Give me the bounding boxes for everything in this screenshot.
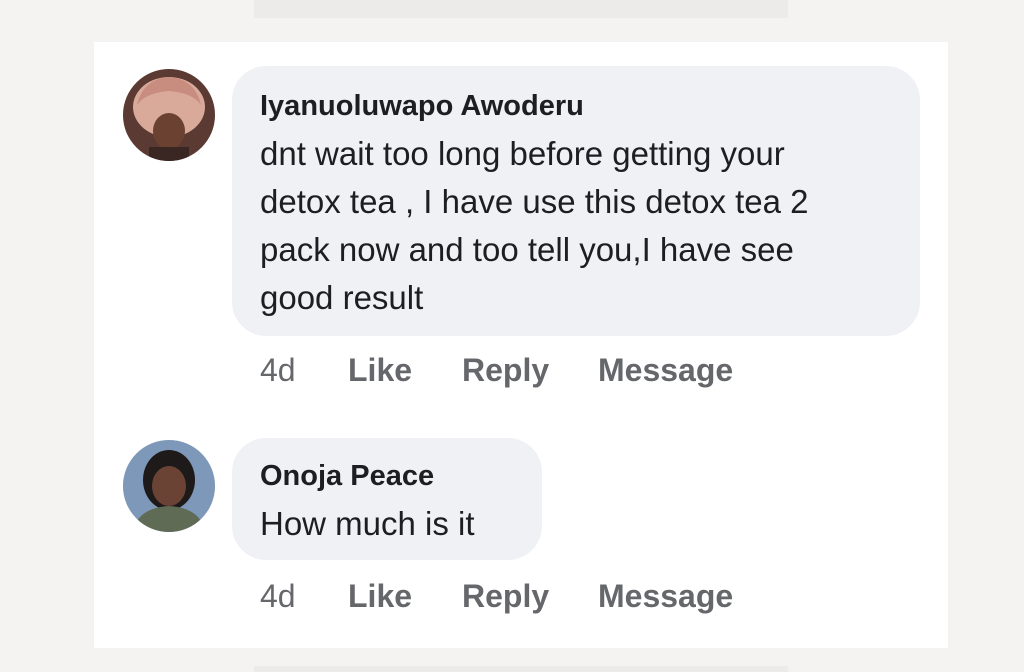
comment-bubble: Iyanuoluwapo Awoderu dnt wait too long b…	[232, 66, 920, 336]
comment-timestamp: 4d	[260, 352, 296, 388]
reply-button[interactable]: Reply	[462, 352, 549, 389]
comment-author[interactable]: Onoja Peace	[260, 460, 434, 493]
like-button[interactable]: Like	[348, 352, 412, 389]
comment-text-line: detox tea , I have use this detox tea 2	[260, 183, 809, 220]
comment-text: dnt wait too long before getting your de…	[260, 130, 809, 322]
message-button[interactable]: Message	[598, 578, 733, 615]
comment-author[interactable]: Iyanuoluwapo Awoderu	[260, 90, 584, 123]
message-button[interactable]: Message	[598, 352, 733, 389]
comment-text-line: pack now and too tell you,I have see	[260, 231, 794, 268]
comment-text: How much is it	[260, 500, 475, 548]
comment-bubble: Onoja Peace How much is it	[232, 438, 542, 560]
comment-actions: 4d Like Reply Message	[260, 578, 760, 618]
comment-text-line: How much is it	[260, 505, 475, 542]
reply-button[interactable]: Reply	[462, 578, 549, 615]
next-post-edge	[254, 666, 788, 672]
comment-text-line: good result	[260, 279, 424, 316]
comment-actions: 4d Like Reply Message	[260, 352, 760, 392]
avatar-iyanuoluwapo[interactable]	[123, 69, 215, 161]
comments-card: Iyanuoluwapo Awoderu dnt wait too long b…	[94, 42, 948, 648]
avatar-photo-icon	[123, 440, 215, 532]
avatar-photo-icon	[123, 69, 215, 161]
like-button[interactable]: Like	[348, 578, 412, 615]
avatar-onoja[interactable]	[123, 440, 215, 532]
comment-text-line: dnt wait too long before getting your	[260, 135, 785, 172]
previous-post-edge	[254, 0, 788, 18]
comment-timestamp: 4d	[260, 578, 296, 614]
